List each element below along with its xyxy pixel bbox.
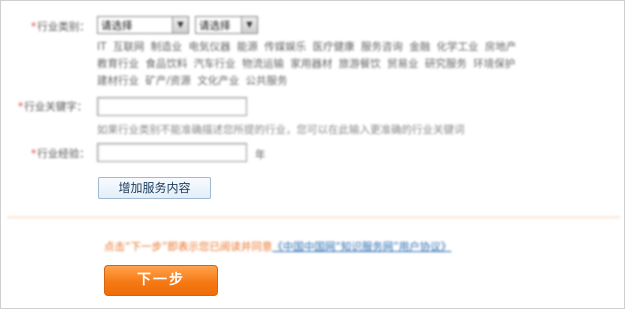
keyword-label-text: 行业关键字： bbox=[24, 101, 88, 113]
required-mark: * bbox=[31, 148, 37, 160]
agreement-link[interactable]: 《中国中国网“知识服务网”用户协议》 bbox=[272, 241, 451, 253]
required-mark: * bbox=[18, 101, 24, 113]
section-divider bbox=[7, 216, 620, 219]
experience-label: *行业经验： bbox=[31, 146, 90, 161]
industry-secondary-value: 请选择 bbox=[199, 20, 231, 32]
experience-unit: 年 bbox=[255, 149, 266, 161]
keyword-label: *行业关键字： bbox=[18, 99, 87, 114]
required-mark: * bbox=[31, 21, 37, 33]
industry-options-line-3[interactable]: 建材行业 矿产/资源 文化产业 公共服务 bbox=[97, 73, 597, 88]
industry-label-text: 行业类别： bbox=[37, 21, 90, 33]
chevron-down-icon: ▼ bbox=[172, 17, 188, 33]
form-panel: *行业类别： 请选择 ▼ 请选择 ▼ IT 互联网 制造业 电気仪器 能源 传媒… bbox=[0, 0, 625, 309]
industry-label: *行业类别： bbox=[31, 19, 90, 34]
industry-primary-value: 请选择 bbox=[101, 20, 133, 32]
industry-options-line-2[interactable]: 教育行业 食品饮料 汽车行业 物流运输 家用器材 旅游餐饮 贸易业 研究服务 环… bbox=[97, 56, 597, 71]
industry-options-line-1[interactable]: IT 互联网 制造业 电気仪器 能源 传媒娱乐 医疗健康 服务咨询 金融 化学工… bbox=[97, 39, 597, 54]
agreement-text: 点击“下一步”即表示您已阅读并同意 bbox=[104, 241, 273, 253]
experience-label-text: 行业经验： bbox=[37, 148, 90, 160]
agreement-notice: 点击“下一步”即表示您已阅读并同意《中国中国网“知识服务网”用户协议》 bbox=[104, 239, 451, 254]
experience-input[interactable] bbox=[97, 143, 247, 162]
chevron-down-icon: ▼ bbox=[241, 17, 257, 33]
keyword-input[interactable] bbox=[97, 97, 247, 116]
add-service-button[interactable]: 增加服务内容 bbox=[98, 177, 211, 199]
industry-secondary-select[interactable]: 请选择 ▼ bbox=[195, 16, 258, 34]
next-step-button[interactable]: 下一步 bbox=[104, 265, 218, 296]
keyword-hint: 如果行业类别不能准确描述您所提的行业，您可以在此输入更准确的行业关键词 bbox=[97, 124, 465, 136]
industry-primary-select[interactable]: 请选择 ▼ bbox=[97, 16, 189, 34]
